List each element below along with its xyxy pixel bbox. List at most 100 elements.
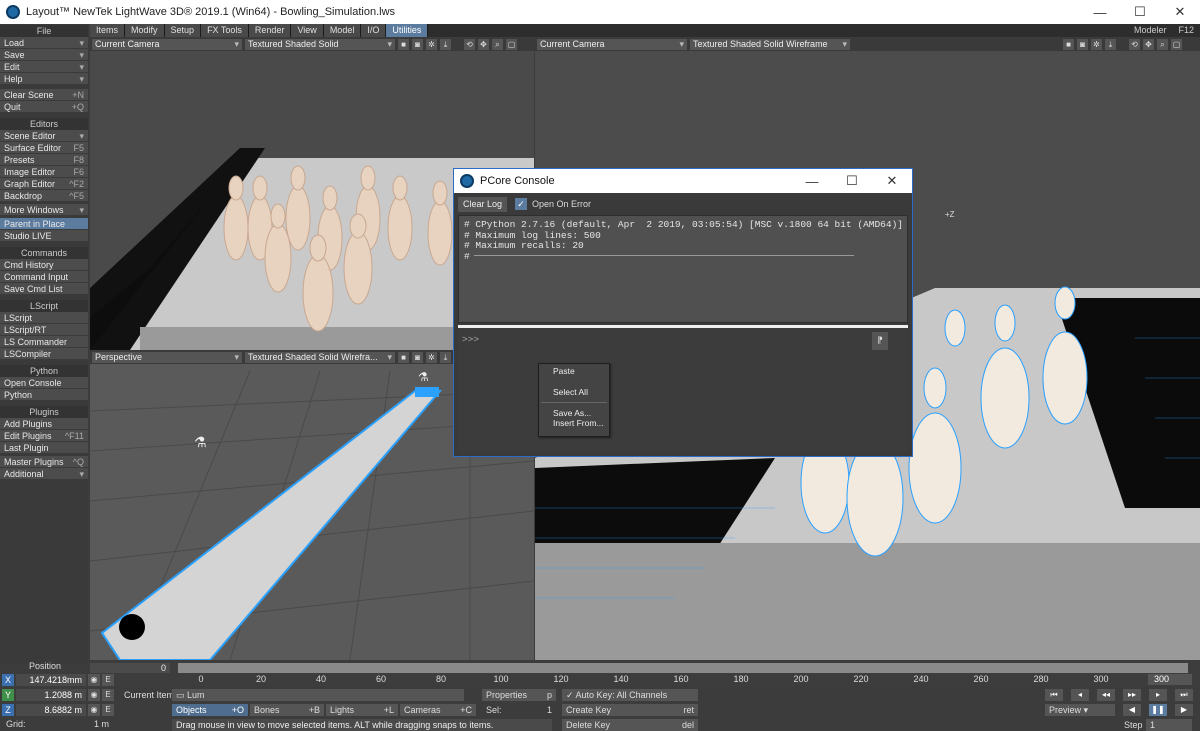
envelope-icon[interactable]: E — [102, 673, 114, 686]
bones-button[interactable]: Bones +B — [250, 704, 324, 716]
tab-fx-tools[interactable]: FX Tools — [201, 24, 249, 37]
load-menu[interactable]: Load ▾ — [0, 37, 88, 49]
menu-item-save-as[interactable]: Save As... — [539, 408, 609, 418]
master-plugins-button[interactable]: Master Plugins ^Q — [0, 456, 88, 468]
presets-button[interactable]: Presets F8 — [0, 154, 88, 166]
gear-icon[interactable]: ✲ — [1091, 39, 1102, 50]
help-menu[interactable]: Help ▾ — [0, 73, 88, 85]
play-reverse-icon[interactable]: ◀ — [1123, 704, 1141, 716]
eye-icon[interactable]: ◉ — [88, 673, 100, 686]
view-type-select[interactable]: Current Camera ▾ — [92, 39, 242, 50]
render-mode-select[interactable]: Textured Shaded Solid Wireframe ▾ — [690, 39, 850, 50]
lights-button[interactable]: Lights +L — [326, 704, 398, 716]
tab-render[interactable]: Render — [248, 24, 292, 37]
open-console-button[interactable]: Open Console — [0, 377, 88, 389]
step-forward-icon[interactable]: ▸▸ — [1123, 689, 1141, 701]
add-plugins-button[interactable]: Add Plugins — [0, 418, 88, 430]
z-position-field[interactable]: 8.6882 m — [16, 703, 86, 716]
edit-plugins-button[interactable]: Edit Plugins ^F11 — [0, 430, 88, 442]
tab-utilities[interactable]: Utilities — [386, 24, 429, 37]
lscript-rt-button[interactable]: LScript/RT — [0, 324, 88, 336]
rotate-view-icon[interactable]: ⟲ — [464, 39, 475, 50]
clear-log-button[interactable]: Clear Log — [458, 196, 508, 212]
more-windows-menu[interactable]: More Windows ▾ — [0, 204, 88, 216]
run-icon[interactable]: ⁋ — [872, 332, 888, 350]
previous-key-icon[interactable]: ◂ — [1071, 689, 1089, 701]
maximize-button[interactable]: ☐ — [1120, 0, 1160, 24]
zoom-view-icon[interactable]: ⌕ — [492, 39, 503, 50]
command-input-button[interactable]: Command Input — [0, 271, 88, 283]
tab-setup[interactable]: Setup — [164, 24, 202, 37]
additional-menu[interactable]: Additional ▾ — [0, 468, 88, 480]
close-button[interactable]: ✕ — [1160, 0, 1200, 24]
save-cmd-list-button[interactable]: Save Cmd List — [0, 283, 88, 295]
expand-icon[interactable]: ⤓ — [440, 352, 451, 363]
menu-item-paste[interactable]: Paste — [539, 366, 609, 376]
minimize-button[interactable]: — — [1080, 0, 1120, 24]
maximize-viewport-icon[interactable]: ▢ — [1171, 39, 1182, 50]
console-input[interactable]: >>> ⁋ — [458, 328, 908, 452]
eye-icon[interactable]: ◉ — [88, 688, 100, 701]
lock-icon[interactable]: ■ — [398, 39, 409, 50]
preview-select[interactable]: Preview ▾ — [1045, 704, 1115, 716]
tab-io[interactable]: I/O — [361, 24, 387, 37]
parent-in-place-toggle[interactable]: Parent in Place — [0, 218, 88, 230]
camera-icon[interactable]: ◙ — [412, 39, 423, 50]
expand-icon[interactable]: ⤓ — [440, 39, 451, 50]
console-log[interactable]: # CPython 2.7.16 (default, Apr 2 2019, 0… — [458, 215, 908, 323]
save-menu[interactable]: Save ▾ — [0, 49, 88, 61]
gear-icon[interactable]: ✲ — [426, 39, 437, 50]
move-view-icon[interactable]: ✥ — [1143, 39, 1154, 50]
tab-items[interactable]: Items — [90, 24, 126, 37]
cameras-button[interactable]: Cameras +C — [400, 704, 476, 716]
y-position-field[interactable]: 1.2088 m — [16, 688, 86, 701]
expand-icon[interactable]: ⤓ — [1105, 39, 1116, 50]
render-mode-select[interactable]: Textured Shaded Solid ▾ — [245, 39, 395, 50]
scene-editor-button[interactable]: Scene Editor ▾ — [0, 130, 88, 142]
delete-key-button[interactable]: Delete Key del — [562, 719, 698, 731]
tab-modify[interactable]: Modify — [125, 24, 165, 37]
lock-icon[interactable]: ■ — [1063, 39, 1074, 50]
tab-view[interactable]: View — [291, 24, 324, 37]
surface-editor-button[interactable]: Surface Editor F5 — [0, 142, 88, 154]
modeler-switch[interactable]: Modeler F12 — [1128, 24, 1200, 37]
properties-button[interactable]: Properties p — [482, 689, 556, 701]
zoom-view-icon[interactable]: ⌕ — [1157, 39, 1168, 50]
view-type-select[interactable]: Perspective ▾ — [92, 352, 242, 363]
maximize-button[interactable]: ☐ — [832, 169, 872, 193]
python-button[interactable]: Python — [0, 389, 88, 401]
last-frame-icon[interactable]: ⏭ — [1175, 689, 1193, 701]
clear-scene-button[interactable]: Clear Scene +N — [0, 89, 88, 101]
camera-icon[interactable]: ◙ — [1077, 39, 1088, 50]
menu-item-insert-from[interactable]: Insert From... — [539, 418, 609, 428]
objects-button[interactable]: Objects +O — [172, 704, 248, 716]
lscompiler-button[interactable]: LSCompiler — [0, 348, 88, 360]
edit-menu[interactable]: Edit ▾ — [0, 61, 88, 73]
quit-button[interactable]: Quit +Q — [0, 101, 88, 113]
current-item-select[interactable]: ▭ Lum — [172, 689, 464, 701]
step-field[interactable]: 1 — [1146, 719, 1192, 731]
next-key-icon[interactable]: ▸ — [1149, 689, 1167, 701]
image-editor-button[interactable]: Image Editor F6 — [0, 166, 88, 178]
rotate-view-icon[interactable]: ⟲ — [1129, 39, 1140, 50]
grid-value[interactable]: 1 m — [90, 718, 113, 730]
create-key-button[interactable]: Create Key ret — [562, 704, 698, 716]
gear-icon[interactable]: ✲ — [426, 352, 437, 363]
play-icon[interactable]: ▶ — [1175, 704, 1193, 716]
render-mode-select[interactable]: Textured Shaded Solid Wirefra... ▾ — [245, 352, 395, 363]
cmd-history-button[interactable]: Cmd History — [0, 259, 88, 271]
move-view-icon[interactable]: ✥ — [478, 39, 489, 50]
menu-item-select-all[interactable]: Select All — [539, 387, 609, 397]
minimize-button[interactable]: — — [792, 169, 832, 193]
view-type-select[interactable]: Current Camera ▾ — [537, 39, 687, 50]
backdrop-button[interactable]: Backdrop ^F5 — [0, 190, 88, 202]
maximize-viewport-icon[interactable]: ▢ — [506, 39, 517, 50]
graph-editor-button[interactable]: Graph Editor ^F2 — [0, 178, 88, 190]
eye-icon[interactable]: ◉ — [88, 703, 100, 716]
x-position-field[interactable]: 147.4218mm — [16, 673, 86, 686]
auto-key-select[interactable]: ✓ Auto Key: All Channels — [562, 689, 698, 701]
lock-icon[interactable]: ■ — [398, 352, 409, 363]
last-plugin-button[interactable]: Last Plugin — [0, 442, 88, 454]
lscript-button[interactable]: LScript — [0, 312, 88, 324]
studio-live-button[interactable]: Studio LIVE — [0, 230, 88, 242]
